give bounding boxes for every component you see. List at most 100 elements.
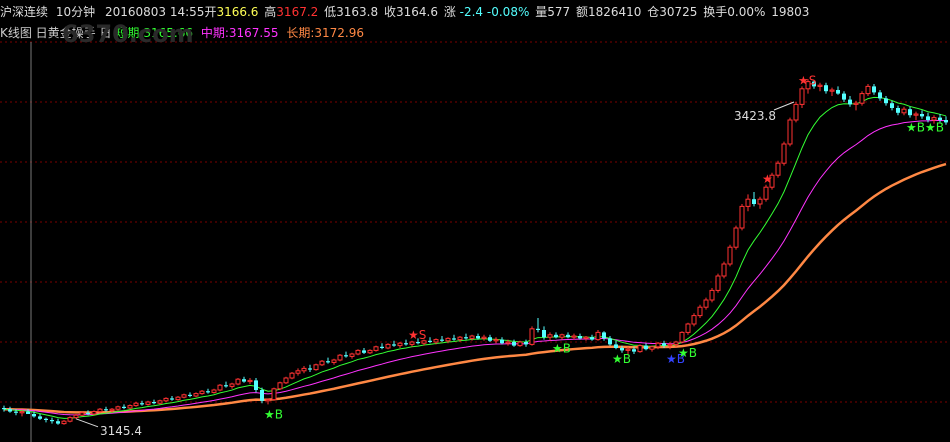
high-price-label: 3423.8 bbox=[734, 109, 776, 123]
candle-body bbox=[14, 411, 18, 413]
candle-body bbox=[175, 396, 181, 401]
candle-body bbox=[896, 108, 900, 113]
candle-body bbox=[787, 119, 793, 145]
low-pointer bbox=[75, 418, 99, 428]
candle-body bbox=[211, 389, 217, 393]
low-price-label: 3145.4 bbox=[100, 424, 142, 438]
candle-body bbox=[308, 368, 312, 370]
candle-body bbox=[739, 205, 745, 229]
candle-body bbox=[326, 361, 330, 363]
candle-body bbox=[602, 332, 606, 339]
candle-body bbox=[920, 114, 924, 117]
candle-body bbox=[277, 382, 283, 390]
buy-signal: ★B bbox=[678, 346, 697, 360]
candle-body bbox=[691, 315, 697, 325]
candle-body bbox=[476, 336, 480, 339]
candle-body bbox=[590, 337, 594, 340]
candle-body bbox=[571, 335, 577, 338]
candle-body bbox=[697, 306, 703, 317]
candle-body bbox=[859, 93, 865, 104]
candle-body bbox=[667, 343, 673, 347]
candle-body bbox=[824, 85, 828, 92]
candle-body bbox=[428, 340, 432, 342]
candle-body bbox=[848, 99, 852, 105]
candle-body bbox=[452, 338, 456, 340]
candle-body bbox=[362, 350, 366, 353]
candle-body bbox=[578, 336, 582, 339]
candle-body bbox=[529, 328, 535, 345]
candle-body bbox=[829, 89, 835, 92]
candle-body bbox=[392, 344, 396, 346]
candle-body bbox=[842, 93, 846, 100]
candle-body bbox=[908, 109, 912, 116]
candle-body bbox=[608, 338, 612, 345]
candle-body bbox=[67, 417, 73, 422]
candle-body bbox=[133, 402, 139, 407]
candle-body bbox=[817, 84, 823, 87]
candle-body bbox=[56, 421, 60, 424]
candle-body bbox=[512, 342, 516, 346]
candle-body bbox=[763, 186, 769, 200]
candle-body bbox=[433, 339, 439, 343]
candle-body bbox=[662, 343, 666, 346]
candle-body bbox=[655, 342, 661, 348]
candle-body bbox=[260, 390, 264, 401]
candle-body bbox=[8, 409, 12, 412]
candle-body bbox=[554, 334, 558, 338]
candle-body bbox=[884, 98, 888, 104]
candle-body bbox=[781, 143, 787, 164]
candle-body bbox=[890, 103, 894, 108]
candle-body bbox=[206, 391, 210, 393]
candle-body bbox=[944, 120, 948, 123]
candle-body bbox=[679, 331, 685, 343]
candle-body bbox=[481, 336, 487, 339]
candle-body bbox=[709, 289, 715, 301]
candle-body bbox=[289, 372, 295, 379]
candle-body bbox=[199, 390, 205, 395]
candle-body bbox=[319, 360, 325, 366]
candle-body bbox=[715, 275, 721, 291]
candle-body bbox=[517, 341, 523, 347]
candlestick-chart: 6370.com3145.43423.8★B★S★B★B ★B★B★★S★B★B bbox=[0, 20, 950, 442]
candle-body bbox=[536, 328, 540, 330]
candle-body bbox=[913, 113, 919, 116]
candle-body bbox=[157, 400, 163, 404]
candle-body bbox=[733, 227, 739, 248]
candle-body bbox=[440, 339, 444, 341]
candle-body bbox=[625, 348, 631, 351]
candle-body bbox=[344, 355, 348, 357]
candle-body bbox=[61, 420, 67, 425]
candle-body bbox=[853, 102, 859, 105]
candle-body bbox=[193, 393, 199, 397]
candle-body bbox=[500, 339, 504, 344]
candle-body bbox=[721, 263, 727, 277]
candle-body bbox=[872, 86, 876, 93]
candle-body bbox=[373, 346, 379, 351]
candle-body bbox=[19, 411, 25, 414]
candle-body bbox=[727, 246, 733, 265]
candle-body bbox=[79, 412, 85, 416]
candle-body bbox=[493, 339, 499, 342]
candle-body bbox=[775, 162, 781, 176]
candle-body bbox=[145, 401, 151, 405]
candle-body bbox=[799, 88, 805, 105]
candle-body bbox=[547, 334, 553, 338]
candle-body bbox=[836, 90, 840, 94]
candle-body bbox=[104, 409, 108, 411]
candle-body bbox=[163, 397, 169, 402]
buy-signal: ★B bbox=[552, 341, 571, 355]
candle-body bbox=[385, 343, 391, 349]
candle-body bbox=[404, 343, 408, 345]
candle-body bbox=[337, 354, 343, 361]
candle-body bbox=[254, 380, 258, 390]
candle-body bbox=[926, 116, 930, 120]
candle-body bbox=[566, 334, 570, 338]
candle-body bbox=[188, 394, 192, 396]
candle-body bbox=[331, 359, 337, 363]
candle-body bbox=[644, 345, 648, 350]
candle-body bbox=[91, 411, 97, 415]
candle-body bbox=[685, 323, 691, 333]
candle-body bbox=[409, 341, 415, 345]
candle-body bbox=[637, 345, 643, 353]
candle-body bbox=[542, 330, 546, 338]
